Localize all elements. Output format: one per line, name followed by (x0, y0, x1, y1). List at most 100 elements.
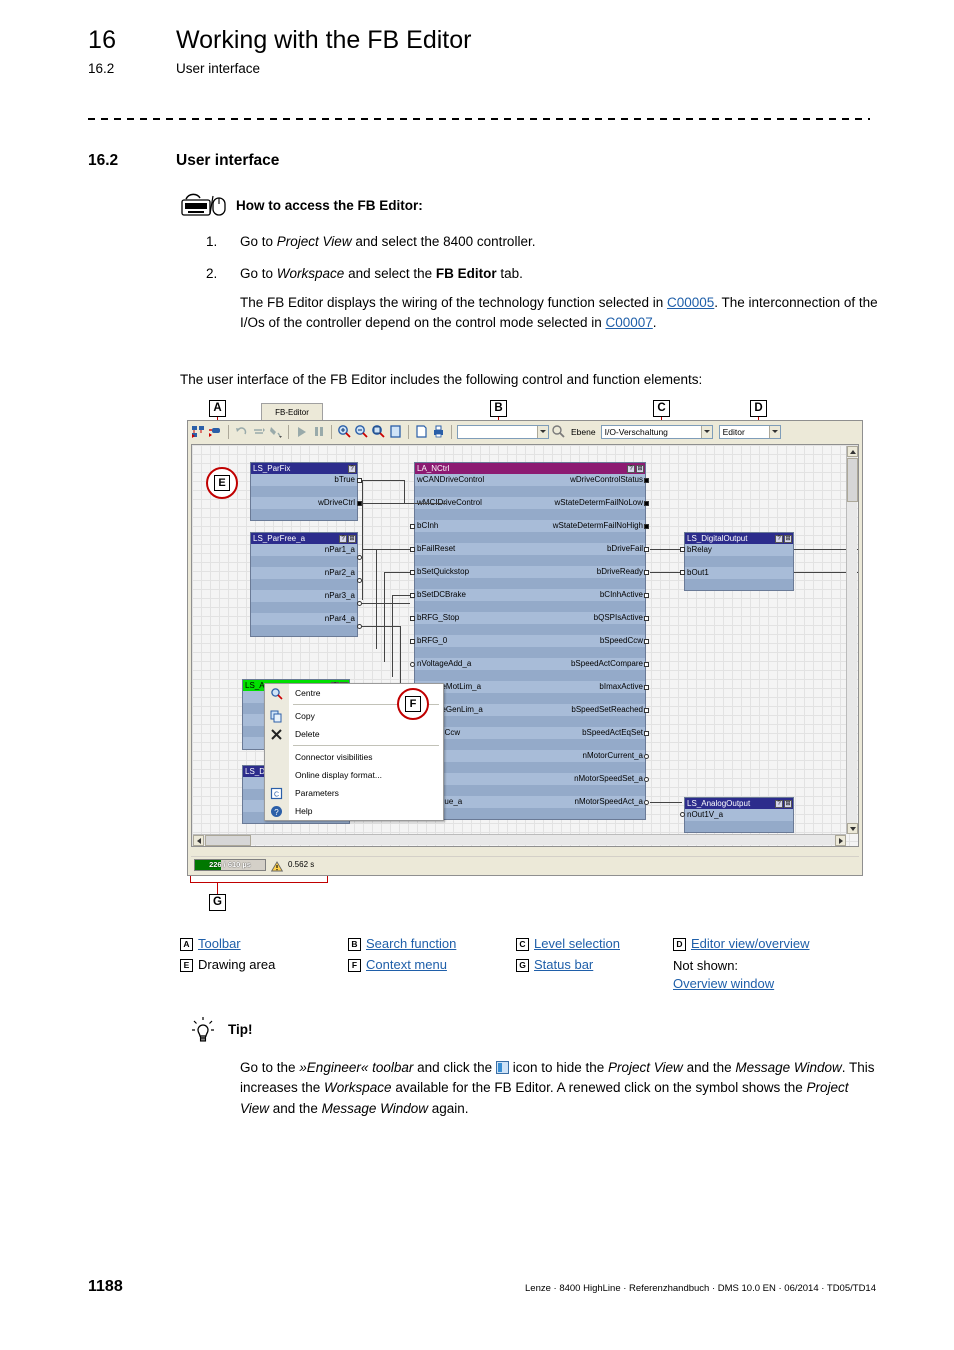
level-selection-combo[interactable]: I/O-Verschaltung (600, 424, 713, 439)
pin-bcinh[interactable] (410, 524, 415, 529)
context-menu-item-help[interactable]: ? Help (265, 802, 443, 820)
pin-bspeedccw[interactable] (644, 639, 649, 644)
context-menu-item-parameters[interactable]: C Parameters (265, 784, 443, 802)
pin-brfg-0[interactable] (410, 639, 415, 644)
pin-bimaxactive[interactable] (644, 685, 649, 690)
block-la-nctrl[interactable]: LA_NCtrl ? ⊞ wCANDriveControl wDriveCont… (414, 462, 646, 820)
fb-editor-window: Ebene I/O-Verschaltung Editor E LS_ParFi… (187, 420, 863, 876)
block-row (415, 738, 645, 750)
level-dropdown-arrow[interactable] (700, 425, 712, 438)
search-dropdown-arrow[interactable] (537, 425, 548, 438)
pin-bspeedsetreached[interactable] (644, 708, 649, 713)
horizontal-scroll-thumb[interactable] (205, 835, 251, 846)
fb-editor-tab[interactable]: FB-Editor (261, 403, 323, 420)
toolbar-separator (408, 424, 409, 439)
vertical-scroll-thumb[interactable] (847, 458, 858, 502)
pin-wstatedetermfailnohigh[interactable] (644, 524, 649, 529)
legend-link-search-function[interactable]: Search function (366, 936, 456, 951)
run-icon[interactable] (294, 424, 309, 439)
pin-wstatedetermfailnolow[interactable] (644, 501, 649, 506)
pause-icon[interactable] (311, 424, 326, 439)
editor-view-dropdown-arrow[interactable] (768, 425, 780, 438)
pin-bfailreset[interactable] (410, 547, 415, 552)
legend-link-toolbar[interactable]: Toolbar (198, 936, 241, 951)
tip-i3: Message Window (735, 1060, 842, 1075)
pin-bsetdcbrake[interactable] (410, 593, 415, 598)
undo-icon[interactable] (234, 424, 249, 439)
section-heading: 16.2 User interface (88, 152, 279, 170)
help-badge-icon[interactable]: ? (339, 534, 347, 543)
block-row (251, 624, 357, 636)
legend-link-level-selection[interactable]: Level selection (534, 936, 620, 951)
zoom-region-icon[interactable] (371, 424, 386, 439)
help-badge-icon[interactable]: ? (627, 464, 635, 473)
pin-wdrivecontrolstatus[interactable] (644, 478, 649, 483)
new-page-icon[interactable] (414, 424, 429, 439)
expand-badge-icon[interactable]: ⊞ (784, 534, 792, 543)
search-input[interactable] (457, 424, 549, 439)
context-menu-item-delete[interactable]: Delete (265, 725, 443, 743)
scroll-right-button[interactable] (835, 835, 846, 846)
format-painter-icon[interactable] (268, 424, 283, 439)
help-badge-icon[interactable]: ? (348, 464, 356, 473)
editor-view-combo[interactable]: Editor (718, 424, 781, 439)
help-badge-icon[interactable]: ? (775, 799, 783, 808)
help-badge-icon[interactable]: ? (775, 534, 783, 543)
block-row: bSpeedCcw bSpeedActEqSet (417, 728, 643, 737)
pin-nout1v[interactable] (680, 812, 685, 817)
pin-bdriveready[interactable] (644, 570, 649, 575)
link-c00007[interactable]: C00007 (605, 315, 652, 330)
scroll-left-button[interactable] (193, 835, 204, 846)
expand-badge-icon[interactable]: ⊞ (348, 534, 356, 543)
pin-brfg-stop[interactable] (410, 616, 415, 621)
status-bar: 226 / 610 µs 0.562 s (191, 856, 859, 872)
print-icon[interactable] (431, 424, 446, 439)
zoom-out-icon[interactable] (354, 424, 369, 439)
pin-brelay[interactable] (680, 547, 685, 552)
pin-nmotorspeedset[interactable] (644, 777, 649, 782)
legend-link-status-bar[interactable]: Status bar (534, 957, 593, 972)
pin-bsetquickstop[interactable] (410, 570, 415, 575)
toolbar-separator (288, 424, 289, 439)
link-c00005[interactable]: C00005 (667, 295, 714, 310)
pin-nmotorspeedact[interactable] (644, 800, 649, 805)
scroll-down-button[interactable] (847, 823, 858, 834)
block-ls-analogoutput[interactable]: LS_AnalogOutput ? ⊞ nOut1V_a (684, 797, 794, 833)
legend-link-context-menu[interactable]: Context menu (366, 957, 447, 972)
disconnect-icon[interactable] (208, 424, 223, 439)
pin-nmotorcurrent[interactable] (644, 754, 649, 759)
block-ls-parfree-a[interactable]: LS_ParFree_a ? ⊞ nPar1_a nPar2_a nPar3_a… (250, 532, 358, 637)
redo-icon[interactable] (251, 424, 266, 439)
fit-page-icon[interactable] (388, 424, 403, 439)
pin-bdrivefail[interactable] (644, 547, 649, 552)
drawing-area[interactable]: E LS_ParFix ? bTrue wDriveCtrl LS_ParFre… (191, 444, 859, 847)
legend-link-overview-window[interactable]: Overview window (673, 976, 774, 991)
tip-p8: again. (428, 1100, 469, 1116)
pin-bcinhactive[interactable] (644, 593, 649, 598)
vertical-scrollbar[interactable] (846, 446, 858, 834)
block-ls-digitaloutput[interactable]: LS_DigitalOutput ? ⊞ bRelay bOut1 (684, 532, 794, 591)
pin-bspeedactcompare[interactable] (644, 662, 649, 667)
scroll-up-button[interactable] (847, 446, 858, 457)
wire-segment (362, 626, 400, 627)
zoom-in-icon[interactable] (337, 424, 352, 439)
tip-i6: Message Window (321, 1100, 429, 1116)
context-menu-item-connector-visibilities[interactable]: Connector visibilities (265, 748, 443, 766)
legend-link-editor-view[interactable]: Editor view/overview (691, 936, 810, 951)
pin-bout1[interactable] (680, 570, 685, 575)
legend-key: C (516, 938, 529, 951)
horizontal-scrollbar[interactable] (193, 834, 846, 846)
howto-sub-paragraph: The FB Editor displays the wiring of the… (240, 293, 880, 334)
expand-badge-icon[interactable]: ⊞ (784, 799, 792, 808)
block-ls-parfix[interactable]: LS_ParFix ? bTrue wDriveCtrl (250, 462, 358, 521)
block-row: wMCIDriveControl wStateDetermFailNoLow (417, 498, 643, 507)
pin-bqspisactive[interactable] (644, 616, 649, 621)
expand-badge-icon[interactable]: ⊞ (636, 464, 644, 473)
legend-item-a: A Toolbar (180, 936, 348, 951)
block-row: bQCw nMotorCurrent_a (417, 751, 643, 760)
pin-bspeedacteqset[interactable] (644, 731, 649, 736)
context-menu-item-online-display-format[interactable]: Online display format... (265, 766, 443, 784)
magnifier-icon[interactable] (551, 424, 566, 439)
connect-icon[interactable] (191, 424, 206, 439)
pin-nvoltageadd[interactable] (410, 662, 415, 667)
